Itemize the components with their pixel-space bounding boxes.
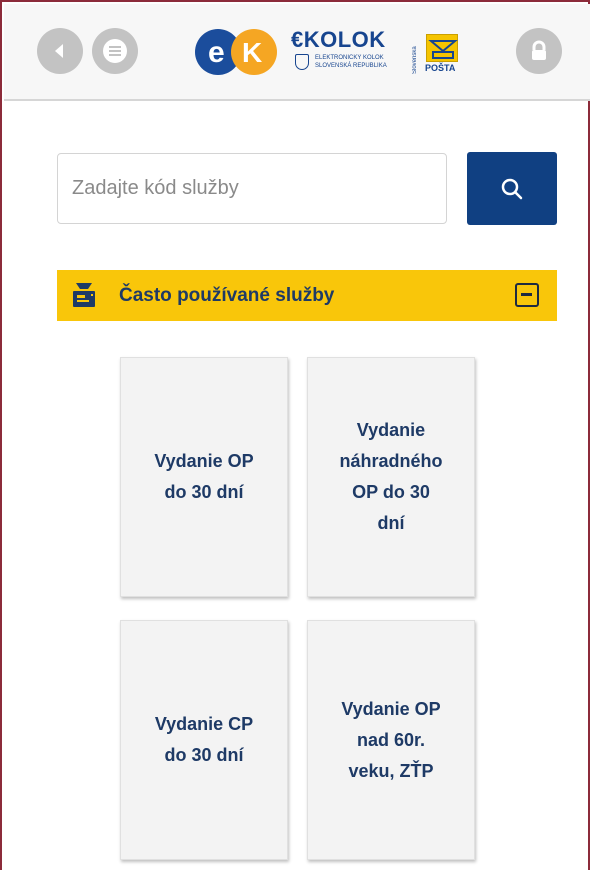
- menu-list-icon: [103, 39, 127, 63]
- posta-vertical-text: Slovenská: [412, 46, 418, 74]
- search-icon: [501, 178, 523, 199]
- posta-label: POŠTA: [425, 63, 456, 73]
- chevron-left-icon: [55, 44, 63, 58]
- ek-logo: e K: [194, 28, 280, 76]
- service-tile-label: Vydanie OP nad 60r. veku, ZŤP: [341, 698, 441, 781]
- service-tile[interactable]: Vydanie OP nad 60r. veku, ZŤP: [307, 620, 475, 860]
- ekolok-title: €KOLOK: [291, 27, 386, 52]
- frequent-services-header[interactable]: Často používané služby: [57, 270, 557, 321]
- svg-text:K: K: [242, 37, 262, 68]
- login-button[interactable]: [516, 28, 562, 74]
- header-bar: e K €KOLOK ELEKTRONICKÝ KOLOK SLOVENSKÁ …: [4, 4, 590, 101]
- app-frame: e K €KOLOK ELEKTRONICKÝ KOLOK SLOVENSKÁ …: [0, 0, 590, 870]
- ekolok-subtitle: ELEKTRONICKÝ KOLOK SLOVENSKÁ REPUBLIKA: [315, 55, 387, 69]
- service-tile[interactable]: Vydanie CP do 30 dní: [120, 620, 288, 860]
- minus-square-icon[interactable]: [515, 283, 539, 307]
- service-tile-label: Vydanie CP do 30 dní: [154, 714, 254, 765]
- ekolok-logo: €KOLOK ELEKTRONICKÝ KOLOK SLOVENSKÁ REPU…: [291, 27, 411, 77]
- section-title: Často používané služby: [119, 285, 335, 306]
- back-button[interactable]: [37, 28, 83, 74]
- service-tile[interactable]: Vydanie OP do 30 dní: [120, 357, 288, 597]
- slovak-seal-icon: [295, 54, 309, 70]
- menu-button[interactable]: [92, 28, 138, 74]
- service-code-input[interactable]: [57, 153, 447, 224]
- search-button[interactable]: [467, 152, 557, 225]
- service-tile-label: Vydanie náhradného OP do 30 dní: [339, 420, 443, 533]
- posta-logo: Slovenská POŠTA: [412, 28, 464, 78]
- lock-icon: [532, 40, 546, 60]
- service-tile[interactable]: Vydanie náhradného OP do 30 dní: [307, 357, 475, 597]
- stamp-machine-icon: [70, 281, 100, 309]
- svg-text:e: e: [208, 36, 225, 69]
- post-horn-icon: [426, 34, 458, 62]
- service-tile-label: Vydanie OP do 30 dní: [154, 451, 254, 502]
